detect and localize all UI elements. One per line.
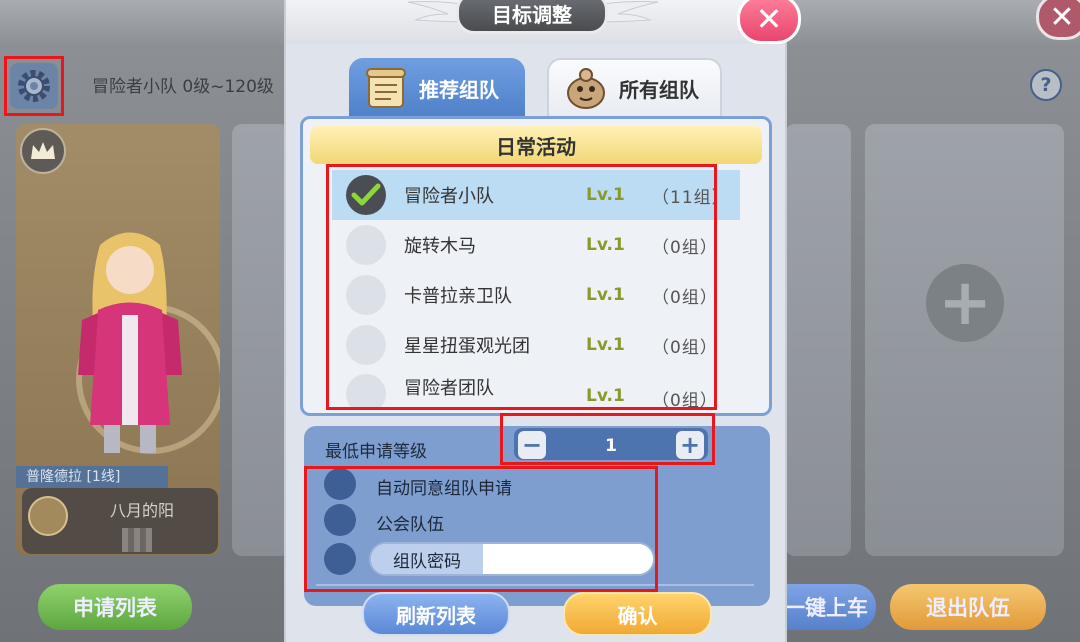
help-button[interactable]: ? [1030,69,1062,101]
activity-team-count: （0组） [652,337,718,358]
activity-team-count: （0组） [652,287,718,308]
increase-level-button[interactable]: + [676,431,704,459]
team-password-toggle[interactable] [324,543,356,575]
activity-name: 卡普拉亲卫队 [404,286,512,307]
background-close-button[interactable]: ✕ [1036,0,1080,40]
quick-join-label: 一键上车 [784,596,868,620]
settings-divider [316,584,754,586]
activity-name: 星星扭蛋观光团 [404,336,530,357]
activity-level: Lv.1 [586,335,625,355]
activity-level: Lv.1 [586,386,625,406]
unchecked-circle-icon [346,325,386,365]
add-member-plus-icon[interactable]: + [926,264,1004,342]
guild-team-toggle[interactable] [324,504,356,536]
close-button[interactable]: ✕ [737,0,801,44]
activity-name: 冒险者团队 [404,378,494,399]
min-level-label: 最低申请等级 [325,442,427,462]
auto-accept-toggle[interactable] [324,468,356,500]
activity-row-star-gacha-tour[interactable]: 星星扭蛋观光团 Lv.1 （0组） [332,320,740,370]
unchecked-circle-icon [346,225,386,265]
activity-level: Lv.1 [586,185,625,205]
selected-check-icon [346,175,386,215]
player-avatar [78,232,182,453]
tab-all-teams-label: 所有组队 [619,77,699,102]
unchecked-circle-icon [346,275,386,315]
gear-icon [18,70,50,102]
activity-name: 冒险者小队 [404,186,494,207]
category-header: 日常活动 [310,126,762,164]
empty-slot[interactable] [785,124,851,556]
team-password-label: 组队密码 [371,544,483,574]
apply-list-button[interactable]: 申请列表 [38,584,192,630]
activity-team-count: （11组） [652,187,730,208]
decrease-level-button[interactable]: − [518,431,546,459]
auto-accept-label: 自动同意组队申请 [376,479,512,499]
activity-team-count: （0组） [652,237,718,258]
leave-team-button[interactable]: 退出队伍 [890,584,1046,630]
dialog-title: 目标调整 [456,0,608,34]
activity-row-carousel[interactable]: 旋转木马 Lv.1 （0组） [332,220,740,270]
close-icon: ✕ [755,0,783,38]
guild-emblem-icon [28,496,68,536]
tab-recommended[interactable]: 推荐组队 [349,58,525,118]
player-name: 八月的阳 [110,501,175,520]
scroll-icon [366,68,406,108]
player-server-strip: 普隆德拉 [1线] [16,466,168,488]
activity-row-adventurer-squad[interactable]: 冒险者小队 Lv.1 （11组） [332,170,740,220]
team-password-field: 组队密码 [369,542,655,576]
team-password-input[interactable] [483,544,653,574]
activity-name: 旋转木马 [404,236,476,257]
guild-team-label: 公会队伍 [376,515,444,535]
poring-icon [567,68,605,109]
empty-slot[interactable] [232,124,290,556]
leader-crown-icon [20,128,66,174]
unchecked-circle-icon [346,374,386,410]
activity-level: Lv.1 [586,235,625,255]
blurred-text [122,528,152,552]
confirm-button[interactable]: 确认 [563,592,712,636]
refresh-list-button[interactable]: 刷新列表 [362,592,510,636]
tab-all-teams[interactable]: 所有组队 [547,58,722,118]
settings-button[interactable] [10,63,58,109]
activity-level: Lv.1 [586,285,625,305]
tab-recommended-label: 推荐组队 [419,77,499,102]
activity-row-adventurer-team[interactable]: 冒险者团队 Lv.1 （0组） [332,370,740,410]
activity-team-count: （0组） [652,391,718,410]
team-target-subtitle: 冒险者小队 0级~120级 [92,77,274,97]
activity-row-kafra-guard[interactable]: 卡普拉亲卫队 Lv.1 （0组） [332,270,740,320]
min-level-value: 1 [605,436,617,456]
